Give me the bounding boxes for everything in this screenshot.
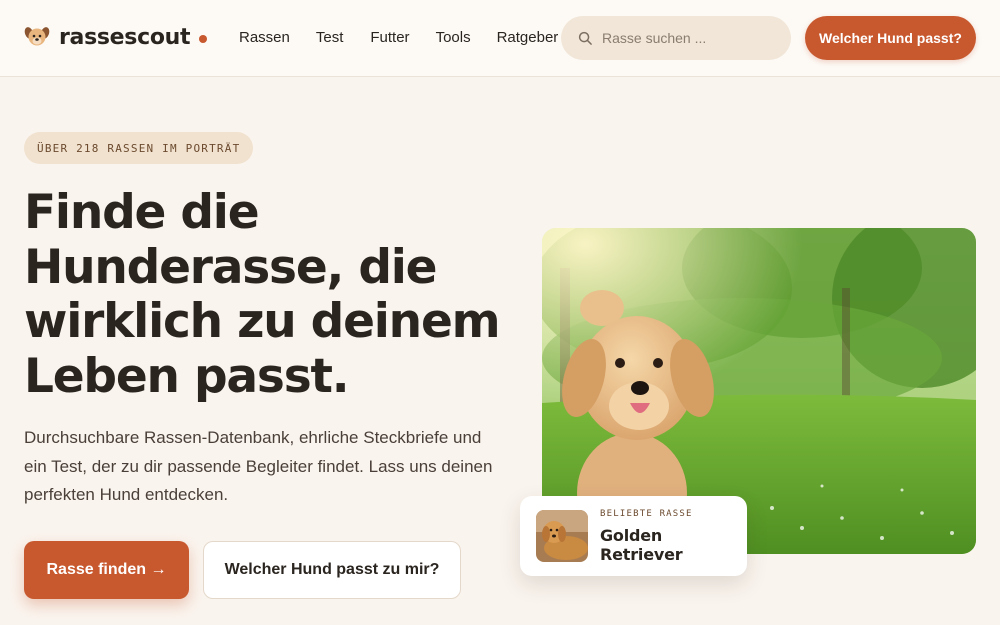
breed-count-badge: ÜBER 218 RASSEN IM PORTRÄT <box>24 132 254 164</box>
nav-item-tools[interactable]: Tools <box>436 29 471 46</box>
main-nav: Rassen Test Futter Tools Ratgeber <box>239 29 584 46</box>
logo[interactable]: rassescout <box>24 24 208 50</box>
breed-quiz-button[interactable]: Welcher Hund passt zu mir? <box>203 541 461 599</box>
logo-dot <box>199 35 208 43</box>
dog-logo-icon <box>24 27 50 46</box>
featured-breed-label: BELIEBTE RASSE <box>600 508 693 519</box>
search-input[interactable] <box>602 30 772 46</box>
nav-item-test[interactable]: Test <box>316 29 344 46</box>
nav-item-rassen[interactable]: Rassen <box>239 29 290 46</box>
featured-breed-info: BELIEBTE RASSE Golden Retriever <box>600 509 747 564</box>
hero-headline: Finde die Hunderasse, die wirklich zu de… <box>24 185 501 404</box>
site-header: rassescout Rassen Test Futter Tools Ratg… <box>0 0 1000 77</box>
logo-text: rassescout <box>59 24 191 50</box>
search-bar[interactable] <box>561 16 791 60</box>
nav-item-ratgeber[interactable]: Ratgeber <box>497 29 559 46</box>
hero-subtext: Durchsuchbare Rassen-Datenbank, ehrliche… <box>24 428 493 504</box>
nav-item-futter[interactable]: Futter <box>370 29 409 46</box>
find-breed-button[interactable]: Rasse finden → <box>24 541 189 599</box>
featured-breed-name: Golden Retriever <box>600 525 683 564</box>
header-cta-button[interactable]: Welcher Hund passt? <box>805 16 976 60</box>
featured-breed-card[interactable]: BELIEBTE RASSE Golden Retriever <box>520 496 747 576</box>
golden-retriever-thumbnail <box>536 510 588 562</box>
search-icon <box>578 31 592 45</box>
